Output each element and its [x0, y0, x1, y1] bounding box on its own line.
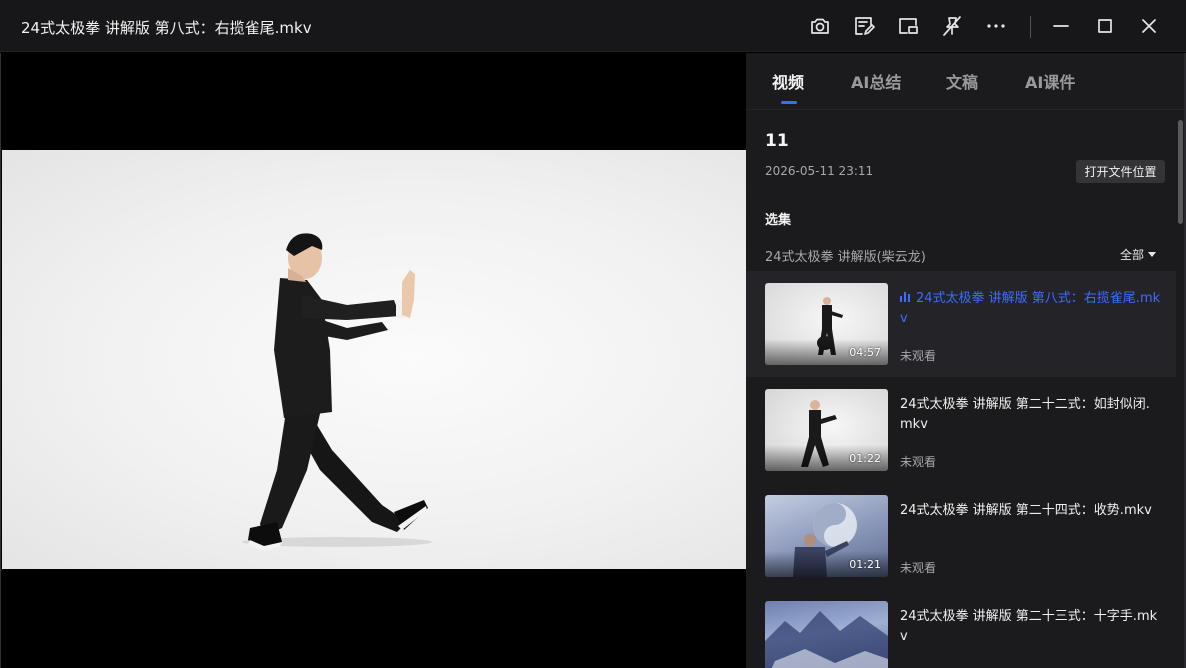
- video-player[interactable]: [0, 53, 746, 668]
- camera-icon[interactable]: [807, 13, 833, 39]
- panel-scrollbar[interactable]: [1178, 120, 1183, 224]
- episodes-label: 选集: [765, 213, 792, 228]
- video-duration: 01:22: [849, 452, 881, 465]
- playlist-item[interactable]: 24式太极拳 讲解版 第二十三式：十字手.mkv: [746, 589, 1176, 668]
- video-thumbnail: [765, 601, 888, 668]
- watch-status: 未观看: [900, 455, 937, 469]
- video-title: 24式太极拳 讲解版 第二十四式：收势.mkv: [900, 503, 1152, 518]
- video-title-text: 24式太极拳 讲解版 第八式：右揽雀尾.mkv: [900, 291, 1161, 326]
- edit-note-icon[interactable]: [851, 13, 877, 39]
- minimize-icon[interactable]: [1048, 13, 1074, 39]
- window-title: 24式太极拳 讲解版 第八式：右揽雀尾.mkv: [21, 19, 312, 37]
- maximize-icon[interactable]: [1092, 13, 1118, 39]
- watch-status: 未观看: [900, 349, 937, 363]
- folder-name: 11: [765, 131, 789, 151]
- tai-chi-performer-figure: [242, 233, 432, 551]
- video-thumbnail: 04:57: [765, 283, 888, 365]
- folder-date: 2026-05-11 23:11: [765, 164, 874, 178]
- thumbnail-landscape-figure: [765, 611, 888, 668]
- video-frame[interactable]: [2, 150, 746, 569]
- video-title: 24式太极拳 讲解版 第二十三式：十字手.mkv: [900, 609, 1158, 644]
- picture-in-picture-icon[interactable]: [895, 13, 921, 39]
- panel-tabs: 视频 AI总结 文稿 AI课件: [746, 53, 1186, 109]
- playlist-item[interactable]: 04:57 24式太极拳 讲解版 第八式：右揽雀尾.mkv 未观看: [746, 271, 1176, 377]
- tab-transcript[interactable]: 文稿: [946, 69, 978, 93]
- title-bar: 24式太极拳 讲解版 第八式：右揽雀尾.mkv: [0, 0, 1186, 52]
- side-panel: 视频 AI总结 文稿 AI课件 11 2026-05-11 23:11 打开文件…: [746, 53, 1186, 668]
- video-thumbnail: 01:22: [765, 389, 888, 471]
- tab-video[interactable]: 视频: [772, 69, 804, 93]
- tabs-divider: [746, 109, 1186, 110]
- video-title: 24式太极拳 讲解版 第八式：右揽雀尾.mkv: [900, 289, 1162, 329]
- video-duration: 04:57: [849, 346, 881, 359]
- video-duration: 01:21: [849, 558, 881, 571]
- close-icon[interactable]: [1136, 13, 1162, 39]
- now-playing-icon: [900, 292, 910, 302]
- video-title: 24式太极拳 讲解版 第二十二式：如封似闭.mkv: [900, 397, 1150, 432]
- video-thumbnail: 01:21: [765, 495, 888, 577]
- caret-down-icon: [1148, 252, 1157, 257]
- active-tab-indicator: [781, 101, 797, 104]
- title-bar-separator: [1030, 16, 1031, 38]
- series-name: 24式太极拳 讲解版(柴云龙): [765, 250, 926, 265]
- tab-ai-courseware[interactable]: AI课件: [1025, 69, 1075, 93]
- playlist-item[interactable]: 01:22 24式太极拳 讲解版 第二十二式：如封似闭.mkv 未观看: [746, 377, 1176, 483]
- more-icon[interactable]: [983, 13, 1009, 39]
- open-file-location-button[interactable]: 打开文件位置: [1076, 160, 1165, 183]
- watch-status: 未观看: [900, 561, 937, 575]
- tab-ai-summary[interactable]: AI总结: [851, 69, 901, 93]
- filter-dropdown[interactable]: 全部: [1120, 246, 1157, 263]
- filter-label: 全部: [1120, 248, 1145, 262]
- pin-off-icon[interactable]: [939, 13, 965, 39]
- playlist-item[interactable]: 01:21 24式太极拳 讲解版 第二十四式：收势.mkv 未观看: [746, 483, 1176, 589]
